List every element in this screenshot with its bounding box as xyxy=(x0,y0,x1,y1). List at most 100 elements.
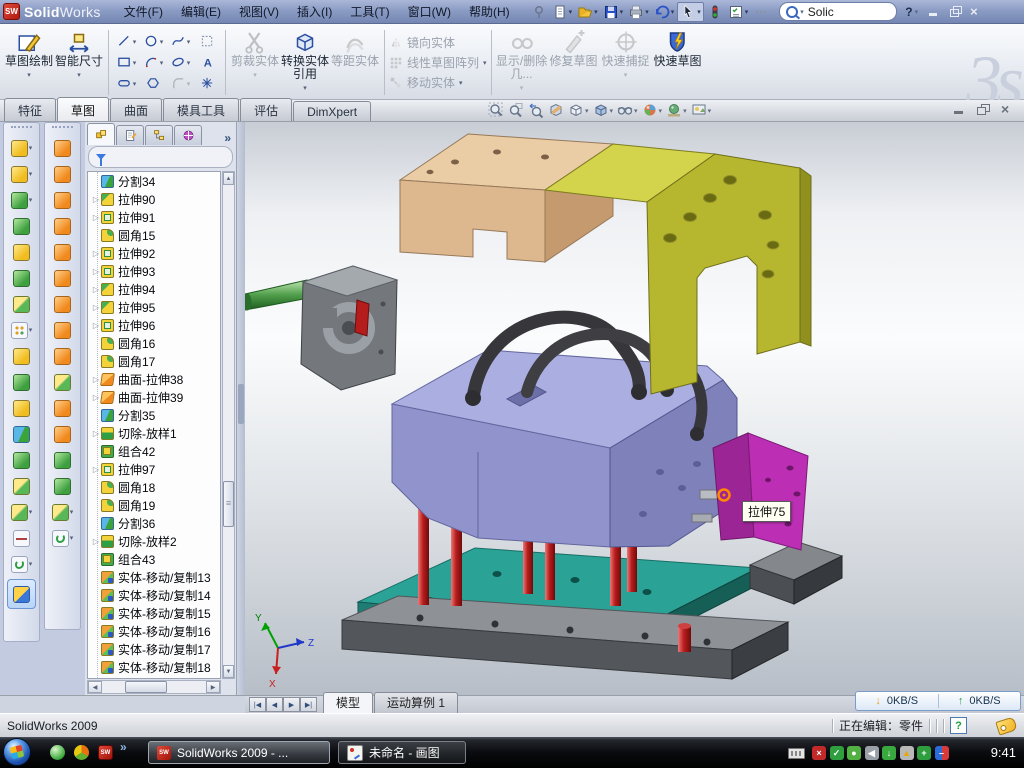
antivirus-tray-icon[interactable]: × xyxy=(812,746,826,760)
tree-item[interactable]: 曲面-拉伸38 xyxy=(88,370,220,388)
chevron-down-icon[interactable]: ▾ xyxy=(70,534,74,542)
edit-appearance-button[interactable]: ▾ xyxy=(642,102,663,118)
ruled-surface-button[interactable] xyxy=(45,317,80,343)
menu-item-0[interactable]: 文件(F) xyxy=(115,0,172,23)
tree-item[interactable]: 实体-移动/复制13 xyxy=(88,568,220,586)
tree-item[interactable]: 拉伸90 xyxy=(88,190,220,208)
circle-tool-button[interactable]: ▾ xyxy=(140,31,167,52)
dome-button[interactable] xyxy=(45,473,80,499)
model-base-rail[interactable] xyxy=(342,596,788,679)
untrim-surface-button[interactable] xyxy=(45,395,80,421)
minimize-button[interactable] xyxy=(928,6,941,17)
tree-item[interactable]: 拉伸93 xyxy=(88,262,220,280)
tree-item[interactable]: 圆角16 xyxy=(88,334,220,352)
expander-icon[interactable] xyxy=(91,267,101,276)
spline-tool-button[interactable]: ▾ xyxy=(167,31,194,52)
prev-tab-button[interactable]: ◀ xyxy=(266,697,283,712)
menu-item-5[interactable]: 窗口(W) xyxy=(399,0,460,23)
rectangle-tool-button[interactable]: ▾ xyxy=(113,52,140,73)
shield-green-tray-icon[interactable]: ✓ xyxy=(830,746,844,760)
chevron-down-icon[interactable]: ▾ xyxy=(671,8,675,16)
extruded-cut-button[interactable]: ▾ xyxy=(4,161,39,187)
help-chevron-icon[interactable]: ▾ xyxy=(915,8,919,16)
display-style-button[interactable]: ▾ xyxy=(593,102,614,118)
chevron-down-icon[interactable]: ▾ xyxy=(187,38,191,46)
chevron-down-icon[interactable]: ▾ xyxy=(187,80,191,88)
curve-button[interactable]: ▾ xyxy=(45,525,80,551)
hole-wizard-button[interactable] xyxy=(4,291,39,317)
expander-icon[interactable] xyxy=(91,213,101,222)
tab-评估[interactable]: 评估 xyxy=(240,98,292,121)
featuremanager-tab[interactable] xyxy=(87,123,115,145)
more-options-button[interactable] xyxy=(751,3,771,21)
polygon-tool-button[interactable] xyxy=(140,73,167,94)
swept-boss-button[interactable] xyxy=(4,213,39,239)
chevron-down-icon[interactable]: ▾ xyxy=(594,8,598,16)
insert-part-button[interactable]: ▾ xyxy=(4,499,39,525)
panel-splitter[interactable] xyxy=(237,122,245,695)
chevron-down-icon[interactable]: ▾ xyxy=(800,8,804,16)
search-input[interactable] xyxy=(806,4,868,20)
doc-tab-模型[interactable]: 模型 xyxy=(323,692,373,713)
chevron-down-icon[interactable]: ▾ xyxy=(70,508,74,516)
shell-button[interactable] xyxy=(4,265,39,291)
3d-model-assembly[interactable]: Y Z X xyxy=(245,122,1024,695)
swept-surface-button[interactable] xyxy=(45,135,80,161)
instant3d-button[interactable] xyxy=(7,579,36,609)
chevron-down-icon[interactable]: ▾ xyxy=(29,326,33,334)
propertymanager-tab[interactable] xyxy=(116,125,144,145)
taskbar-clock[interactable]: 9:41 xyxy=(991,745,1016,760)
tab-模具工具[interactable]: 模具工具 xyxy=(163,98,239,121)
sketch-button[interactable]: 草图绘制▾ xyxy=(4,27,54,98)
tree-horizontal-scrollbar[interactable]: ◀ ▶ xyxy=(87,680,221,694)
tree-item[interactable]: 切除-放样1 xyxy=(88,424,220,442)
expander-icon[interactable] xyxy=(91,249,101,258)
print-button[interactable]: ▾ xyxy=(626,3,651,21)
next-tab-button[interactable]: ▶ xyxy=(283,697,300,712)
quick-tips-button[interactable]: ? xyxy=(950,717,967,734)
rib-button[interactable] xyxy=(4,343,39,369)
toolbar-grip[interactable] xyxy=(11,126,32,132)
model-ejector-rod[interactable] xyxy=(245,280,309,311)
expander-icon[interactable] xyxy=(91,465,101,474)
toolbar-grip[interactable] xyxy=(52,126,73,132)
reference-axis-button[interactable] xyxy=(4,525,39,551)
messenger-ball-tray-icon[interactable]: – xyxy=(935,746,949,760)
zoom-fit-button[interactable] xyxy=(488,102,504,118)
fillet-button[interactable]: ▾ xyxy=(4,187,39,213)
close-button[interactable]: × xyxy=(970,6,983,17)
selection-box-tool-button[interactable] xyxy=(194,31,221,52)
network-warning-tray-icon[interactable]: ▲ xyxy=(900,746,914,760)
undo-button[interactable]: ▾ xyxy=(652,3,677,21)
volume-tray-icon[interactable]: ◀ xyxy=(865,746,879,760)
configurationmanager-tab[interactable] xyxy=(145,125,173,145)
chevron-down-icon[interactable]: ▾ xyxy=(645,8,649,16)
model-locating-pin[interactable] xyxy=(678,623,691,652)
first-tab-button[interactable]: |◀ xyxy=(249,697,266,712)
ribbon-button-convert[interactable]: 转换实体引用▾ xyxy=(280,27,330,98)
downloader-tray-icon[interactable]: ↓ xyxy=(882,746,896,760)
lofted-surface-button[interactable] xyxy=(45,187,80,213)
zoom-area-button[interactable] xyxy=(508,102,524,118)
lofted-boss-button[interactable] xyxy=(4,239,39,265)
ellipse-tool-button[interactable]: ▾ xyxy=(167,52,194,73)
tree-item[interactable]: 拉伸94 xyxy=(88,280,220,298)
vertical-scroll-thumb[interactable] xyxy=(223,481,234,527)
tab-DimXpert[interactable]: DimXpert xyxy=(293,101,371,121)
scroll-right-button[interactable]: ▶ xyxy=(206,681,220,693)
tree-item[interactable]: 分割36 xyxy=(88,514,220,532)
model-clamp-bracket[interactable] xyxy=(545,144,811,394)
chevron-down-icon[interactable]: ▾ xyxy=(29,560,33,568)
text-tool-button[interactable]: A xyxy=(194,52,221,73)
tree-filter-input[interactable] xyxy=(88,146,233,168)
wrap-button[interactable] xyxy=(4,395,39,421)
tree-item[interactable]: 实体-移动/复制15 xyxy=(88,604,220,622)
boundary-surface-button[interactable] xyxy=(45,213,80,239)
filled-surface-button[interactable] xyxy=(45,239,80,265)
chevron-down-icon[interactable]: ▾ xyxy=(697,8,701,16)
chevron-down-icon[interactable]: ▾ xyxy=(29,144,33,152)
scroll-up-button[interactable]: ▲ xyxy=(223,172,234,185)
tab-草图[interactable]: 草图 xyxy=(57,97,109,121)
task-list-button[interactable]: ▾ xyxy=(726,3,751,21)
smart-dimension-button[interactable]: 智能尺寸▾ xyxy=(54,27,104,98)
